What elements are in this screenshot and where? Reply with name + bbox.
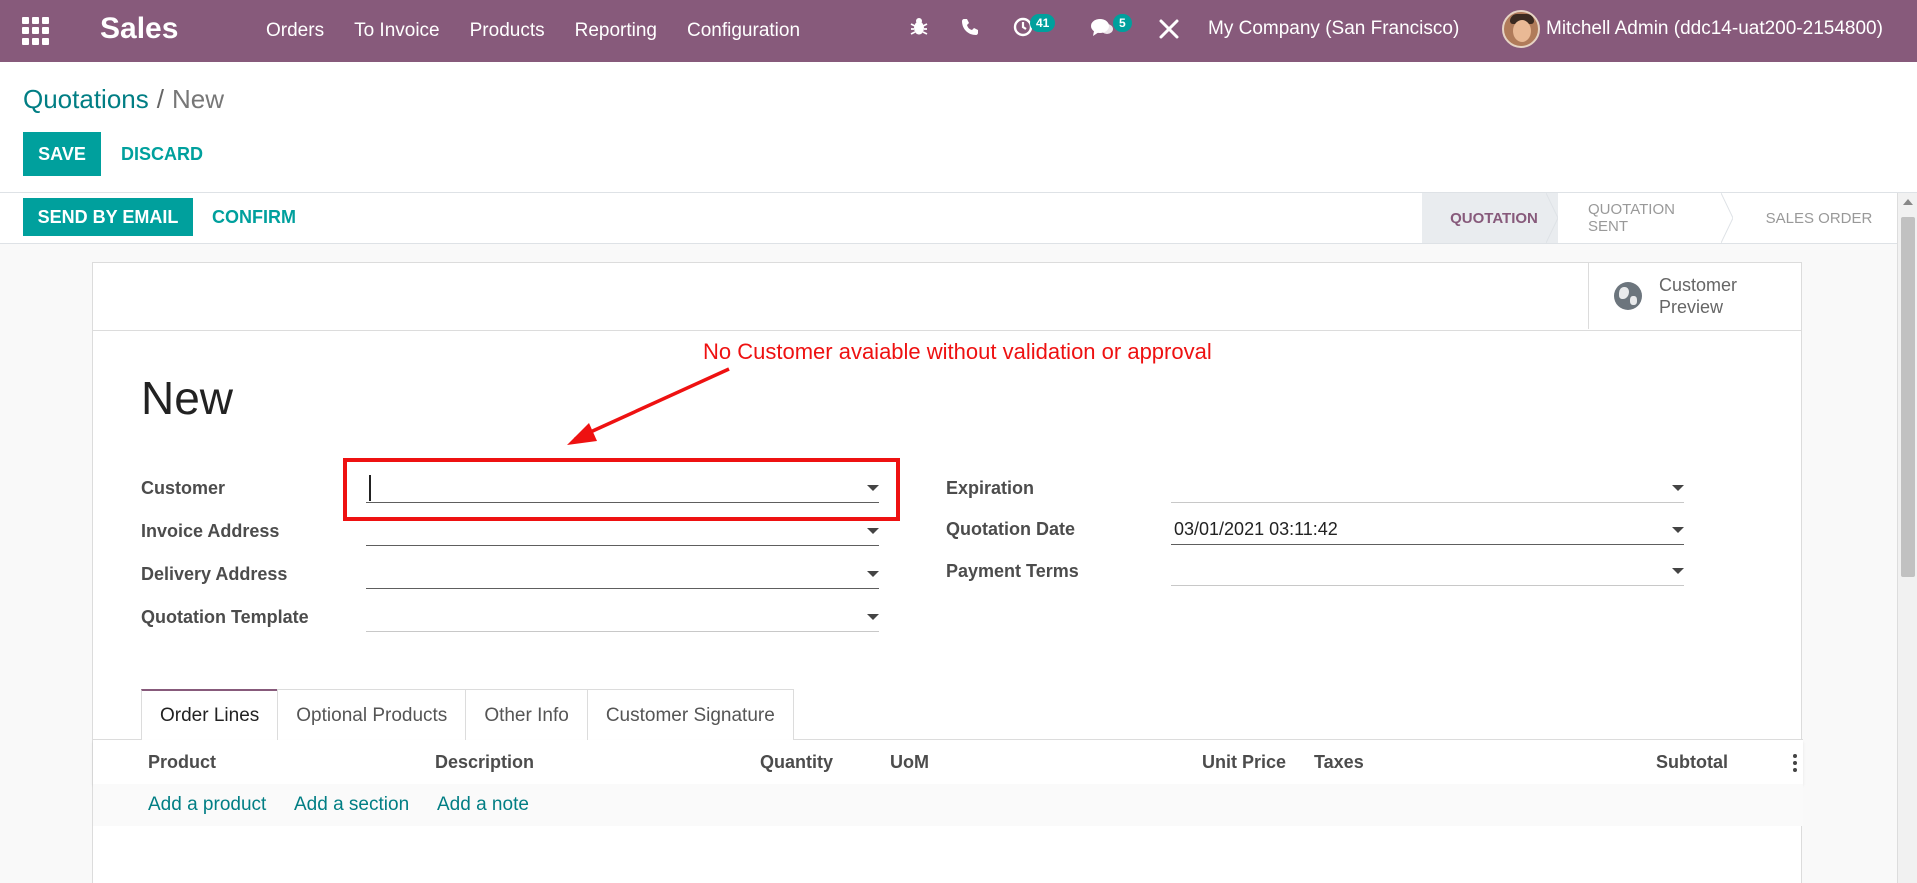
add-product-link[interactable]: Add a product [148, 794, 266, 816]
message-count-badge: 5 [1113, 14, 1132, 32]
stage-sales-order[interactable]: SALES ORDER [1733, 193, 1897, 243]
globe-icon [1614, 282, 1642, 310]
chevron-down-icon[interactable] [867, 485, 879, 491]
apps-menu-icon[interactable] [22, 17, 50, 45]
breadcrumb-current: New [171, 84, 224, 114]
app-name[interactable]: Sales [100, 12, 178, 46]
invoice-address-label: Invoice Address [141, 521, 280, 541]
debug-tools-icon[interactable] [1158, 18, 1180, 40]
order-lines-header: Product Description Quantity UoM Unit Pr… [93, 740, 1803, 784]
save-button[interactable]: SAVE [23, 132, 101, 176]
delivery-address-field[interactable] [366, 559, 879, 589]
chevron-down-icon[interactable] [867, 528, 879, 534]
breadcrumb: Quotations / New [23, 84, 224, 115]
user-avatar[interactable] [1502, 10, 1540, 48]
menu-item-orders[interactable]: Orders [266, 20, 324, 42]
expiration-field[interactable] [1171, 473, 1684, 503]
top-navbar: Sales Orders To Invoice Products Reporti… [0, 0, 1917, 62]
discard-button[interactable]: DISCARD [121, 144, 203, 165]
stage-quotation[interactable]: QUOTATION [1422, 193, 1558, 243]
customer-preview-label: Customer Preview [1659, 275, 1738, 317]
add-note-link[interactable]: Add a note [437, 794, 529, 816]
form-sheet: Customer Preview No Customer avaiable wi… [92, 262, 1803, 883]
quotation-date-value: 03/01/2021 03:11:42 [1174, 519, 1338, 539]
phone-icon[interactable] [960, 17, 980, 37]
control-panel: Quotations / New SAVE DISCARD [0, 62, 1917, 193]
chevron-down-icon[interactable] [1672, 568, 1684, 574]
tab-other-info[interactable]: Other Info [465, 689, 588, 741]
order-lines-add-row: Add a product Add a section Add a note [93, 784, 1803, 826]
chevron-down-icon[interactable] [867, 571, 879, 577]
payment-terms-label: Payment Terms [946, 561, 1079, 581]
quotation-template-label: Quotation Template [141, 607, 309, 627]
optional-columns-kebab-icon[interactable] [1793, 754, 1797, 772]
chevron-down-icon[interactable] [1672, 485, 1684, 491]
bug-icon[interactable] [908, 16, 930, 38]
annotation-text: No Customer avaiable without validation … [703, 339, 1212, 364]
menu-item-to-invoice[interactable]: To Invoice [354, 20, 440, 42]
tab-customer-signature[interactable]: Customer Signature [586, 689, 794, 741]
stage-pipeline: QUOTATION QUOTATION SENT SALES ORDER [1422, 193, 1897, 243]
scroll-thumb[interactable] [1901, 217, 1915, 577]
quotation-template-field[interactable] [366, 602, 879, 632]
customer-label: Customer [141, 478, 226, 498]
column-unit-price[interactable]: Unit Price [1202, 752, 1286, 773]
tab-optional-products[interactable]: Optional Products [277, 689, 467, 741]
record-title: New [141, 372, 234, 424]
menu-item-reporting[interactable]: Reporting [575, 20, 657, 42]
quotation-date-field[interactable]: 03/01/2021 03:11:42 [1171, 515, 1684, 545]
column-quantity[interactable]: Quantity [760, 752, 833, 773]
quotation-date-label: Quotation Date [946, 519, 1075, 539]
column-description[interactable]: Description [435, 752, 534, 773]
confirm-button[interactable]: CONFIRM [212, 207, 296, 228]
button-box: Customer Preview [93, 263, 1801, 331]
stage-separator [1546, 193, 1558, 243]
tab-order-lines[interactable]: Order Lines [141, 689, 279, 741]
column-subtotal[interactable]: Subtotal [1656, 752, 1728, 773]
send-by-email-button[interactable]: SEND BY EMAIL [23, 198, 193, 236]
payment-terms-field[interactable] [1171, 556, 1684, 586]
page-scrollbar[interactable] [1897, 193, 1917, 883]
user-menu[interactable]: Mitchell Admin (ddc14-uat200-2154800) [1546, 18, 1883, 40]
stage-separator [1721, 193, 1733, 243]
expiration-label: Expiration [946, 478, 1035, 498]
breadcrumb-quotations[interactable]: Quotations [23, 84, 149, 114]
invoice-address-field[interactable] [366, 516, 879, 546]
delivery-address-label: Delivery Address [141, 564, 288, 584]
activity-count-badge: 41 [1030, 14, 1056, 32]
company-switcher[interactable]: My Company (San Francisco) [1208, 18, 1459, 40]
column-product[interactable]: Product [148, 752, 216, 773]
chevron-down-icon[interactable] [1672, 527, 1684, 533]
notebook-tabs: Order Lines Optional Products Other Info… [141, 689, 794, 741]
breadcrumb-separator: / [156, 84, 164, 114]
column-taxes[interactable]: Taxes [1314, 752, 1364, 773]
column-uom[interactable]: UoM [890, 752, 929, 773]
stage-quotation-sent[interactable]: QUOTATION SENT [1558, 193, 1733, 243]
menu-item-configuration[interactable]: Configuration [687, 20, 800, 42]
customer-preview-button[interactable]: Customer Preview [1588, 263, 1801, 329]
menu-item-products[interactable]: Products [470, 20, 545, 42]
status-bar: SEND BY EMAIL CONFIRM QUOTATION QUOTATIO… [0, 193, 1897, 244]
add-section-link[interactable]: Add a section [294, 794, 409, 816]
chevron-down-icon[interactable] [867, 614, 879, 620]
messages-icon[interactable] [1090, 17, 1114, 39]
customer-field[interactable] [366, 473, 879, 503]
scroll-up-arrow-icon[interactable] [1903, 199, 1913, 205]
text-cursor [369, 474, 371, 501]
main-menu: Orders To Invoice Products Reporting Con… [266, 0, 830, 62]
